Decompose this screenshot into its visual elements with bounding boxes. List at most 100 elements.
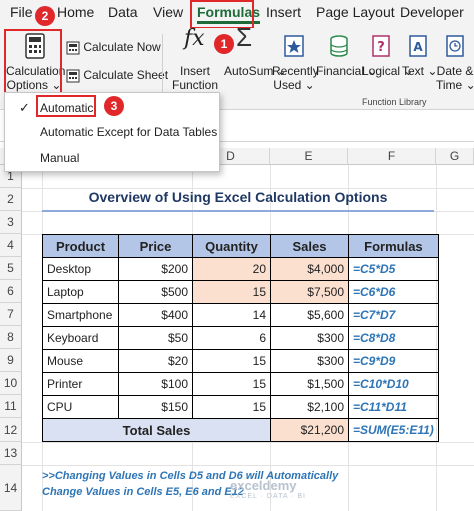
header-sales[interactable]: Sales — [270, 234, 349, 258]
exceldemy-watermark: exceldemy EXCEL · DATA · BI — [230, 478, 306, 500]
row-header[interactable]: 2 — [0, 188, 22, 211]
total-sales-formula[interactable]: =SUM(E5:E11) — [348, 418, 439, 442]
row-header[interactable]: 10 — [0, 372, 22, 395]
cell-product[interactable]: Desktop — [42, 257, 119, 281]
header-price[interactable]: Price — [118, 234, 193, 258]
header-quantity[interactable]: Quantity — [192, 234, 271, 258]
step-badge-3: 3 — [104, 96, 124, 116]
table-row: Laptop $500 15 $7,500 =C6*D6 — [42, 280, 439, 304]
row-header[interactable]: 7 — [0, 303, 22, 326]
cell-sales[interactable]: $300 — [270, 349, 349, 373]
tab-insert[interactable]: Insert — [266, 4, 301, 20]
cell-quantity[interactable]: 15 — [192, 280, 271, 304]
cell-quantity[interactable]: 15 — [192, 349, 271, 373]
row-header[interactable]: 3 — [0, 211, 22, 234]
cell-formula[interactable]: =C5*D5 — [348, 257, 439, 281]
total-sales-label[interactable]: Total Sales — [42, 418, 271, 442]
cell-sales[interactable]: $7,500 — [270, 280, 349, 304]
cell-product[interactable]: Printer — [42, 372, 119, 396]
table-header-row: Product Price Quantity Sales Formulas — [42, 234, 439, 258]
cell-sales[interactable]: $2,100 — [270, 395, 349, 419]
row-header[interactable]: 9 — [0, 349, 22, 372]
cell-price[interactable]: $500 — [118, 280, 193, 304]
step-badge-2: 2 — [35, 6, 55, 26]
tab-home[interactable]: Home — [57, 4, 94, 20]
logical-button[interactable]: ? Logical ⌄ — [362, 32, 413, 92]
column-header-e[interactable]: E — [270, 148, 348, 165]
title-underline — [42, 210, 434, 212]
header-formulas[interactable]: Formulas — [348, 234, 439, 258]
row-header[interactable]: 12 — [0, 418, 22, 442]
cell-quantity[interactable]: 15 — [192, 372, 271, 396]
row-header[interactable]: 8 — [0, 326, 22, 349]
financial-button[interactable]: Financial ⌄ — [316, 32, 378, 92]
tab-view[interactable]: View — [153, 4, 183, 20]
row-header[interactable]: 13 — [0, 442, 22, 465]
cell-quantity[interactable]: 14 — [192, 303, 271, 327]
cell-formula[interactable]: =C6*D6 — [348, 280, 439, 304]
cell-product[interactable]: Smartphone — [42, 303, 119, 327]
header-product[interactable]: Product — [42, 234, 119, 258]
cell-price[interactable]: $400 — [118, 303, 193, 327]
insert-function-button[interactable]: fx Insert Function — [170, 26, 220, 93]
cell-sales[interactable]: $5,600 — [270, 303, 349, 327]
recently-used-label: Recently — [272, 64, 319, 78]
cell-product[interactable]: Mouse — [42, 349, 119, 373]
calculate-now-button[interactable]: Calculate Now — [66, 40, 161, 55]
total-row: Total Sales $21,200 =SUM(E5:E11) — [42, 418, 439, 442]
sheet-title: Overview of Using Excel Calculation Opti… — [88, 189, 388, 205]
cell-price[interactable]: $150 — [118, 395, 193, 419]
svg-text:A: A — [413, 40, 423, 54]
text-button[interactable]: A Text ⌄ — [402, 32, 437, 92]
financial-label: Financial ⌄ — [316, 64, 378, 78]
dropdown-item-manual[interactable]: Manual — [5, 147, 219, 169]
cell-product[interactable]: Laptop — [42, 280, 119, 304]
recently-used-button[interactable]: Recently Used ⌄ — [272, 32, 319, 92]
tab-page-layout[interactable]: Page Layout — [316, 4, 395, 20]
tab-developer[interactable]: Developer — [400, 4, 464, 20]
row-header[interactable]: 5 — [0, 257, 22, 280]
cell-formula[interactable]: =C8*D8 — [348, 326, 439, 350]
cell-price[interactable]: $200 — [118, 257, 193, 281]
cell-formula[interactable]: =C11*D11 — [348, 395, 439, 419]
tab-data[interactable]: Data — [108, 4, 138, 20]
cell-sales[interactable]: $300 — [270, 326, 349, 350]
cell-quantity[interactable]: 15 — [192, 395, 271, 419]
cell-sales[interactable]: $4,000 — [270, 257, 349, 281]
cell-price[interactable]: $100 — [118, 372, 193, 396]
grid-line — [22, 442, 474, 443]
column-header-g[interactable]: G — [436, 148, 474, 165]
total-sales-value[interactable]: $21,200 — [270, 418, 349, 442]
cell-formula[interactable]: =C9*D9 — [348, 349, 439, 373]
clock-book-icon — [446, 35, 464, 57]
calculate-sheet-button[interactable]: Calculate Sheet — [66, 68, 168, 83]
row-header[interactable]: 6 — [0, 280, 22, 303]
cell-price[interactable]: $50 — [118, 326, 193, 350]
date-time-button[interactable]: Date & Time ⌄ — [436, 32, 474, 92]
sales-table: Product Price Quantity Sales Formulas De… — [42, 234, 439, 442]
cell-price[interactable]: $20 — [118, 349, 193, 373]
fx-icon: fx — [184, 26, 205, 51]
autosum-button[interactable]: Σ AutoSum ⌄ — [224, 22, 287, 92]
tab-file[interactable]: File — [10, 4, 33, 20]
column-header-f[interactable]: F — [348, 148, 436, 165]
cell-formula[interactable]: =C10*D10 — [348, 372, 439, 396]
cell-product[interactable]: Keyboard — [42, 326, 119, 350]
calculate-sheet-label: Calculate Sheet — [83, 68, 169, 82]
star-book-icon — [284, 35, 304, 57]
row-header[interactable]: 11 — [0, 395, 22, 418]
row-header[interactable]: 4 — [0, 234, 22, 257]
cell-quantity[interactable]: 20 — [192, 257, 271, 281]
table-row: Smartphone $400 14 $5,600 =C7*D7 — [42, 303, 439, 327]
cell-formula[interactable]: =C7*D7 — [348, 303, 439, 327]
question-book-icon: ? — [372, 35, 390, 57]
cell-product[interactable]: CPU — [42, 395, 119, 419]
calculate-now-label: Calculate Now — [83, 40, 161, 54]
table-row: Keyboard $50 6 $300 =C8*D8 — [42, 326, 439, 350]
sigma-icon: Σ — [236, 22, 253, 52]
cell-quantity[interactable]: 6 — [192, 326, 271, 350]
cell-sales[interactable]: $1,500 — [270, 372, 349, 396]
table-row: Desktop $200 20 $4,000 =C5*D5 — [42, 257, 439, 281]
dropdown-item-automatic-except[interactable]: Automatic Except for Data Tables — [5, 121, 219, 143]
row-header[interactable]: 14 — [0, 465, 22, 511]
